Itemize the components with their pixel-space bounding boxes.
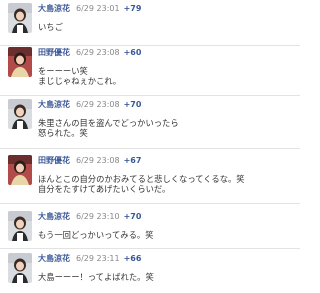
comment-line: もう一回どっかいってみる。笑 [38, 230, 154, 240]
comment-meta: 大島涼花 6/29 23:08 +70 [38, 99, 141, 111]
comment-item: 大島涼花 6/29 23:10 +70 もう一回どっかいってみる。笑 [0, 211, 300, 259]
author-name[interactable]: 大島涼花 [38, 100, 70, 109]
comment-item: 大島涼花 6/29 23:11 +66 大島ーーー！ってよばれた。笑 [0, 253, 300, 293]
comment-line: 怒られた。笑 [38, 128, 88, 138]
user-avatar[interactable] [8, 253, 32, 283]
comment-meta: 田野優花 6/29 23:08 +60 [38, 47, 141, 59]
author-name[interactable]: 大島涼花 [38, 4, 70, 13]
divider [0, 95, 300, 96]
timestamp: 6/29 23:08 [76, 156, 120, 165]
comment-feed: 大島涼花 6/29 23:01 +79 いちご 田野優花 6/29 23:08 +60 … [0, 0, 300, 293]
user-b-avatar-icon [8, 155, 32, 185]
comment-line: いちご [38, 22, 63, 32]
comment-text: いちご [38, 22, 288, 32]
comment-item: 田野優花 6/29 23:08 +60 をーーーい笑 まじじゃねぇかこれ。 [0, 47, 300, 95]
comment-meta: 田野優花 6/29 23:08 +67 [38, 155, 141, 167]
comment-line: ほんとこの自分のかおみてると悲しくなってくるな。笑 [38, 174, 245, 184]
comment-text: もう一回どっかいってみる。笑 [38, 230, 288, 240]
score-badge: +60 [123, 48, 142, 57]
comment-line: 大島ーーー！ってよばれた。笑 [38, 272, 154, 282]
comment-item: 田野優花 6/29 23:08 +67 ほんとこの自分のかおみてると悲しくなってくる… [0, 155, 300, 203]
user-avatar[interactable] [8, 99, 32, 129]
user-avatar[interactable] [8, 3, 32, 33]
user-a-avatar-icon [8, 99, 32, 129]
user-avatar[interactable] [8, 211, 32, 241]
comment-line: をーーーい笑 [38, 66, 88, 76]
timestamp: 6/29 23:01 [76, 4, 120, 13]
user-avatar[interactable] [8, 47, 32, 77]
timestamp: 6/29 23:11 [76, 254, 120, 263]
author-name[interactable]: 大島涼花 [38, 212, 70, 221]
author-name[interactable]: 田野優花 [38, 48, 70, 57]
score-badge: +66 [123, 254, 142, 263]
divider [0, 248, 300, 249]
user-a-avatar-icon [8, 3, 32, 33]
timestamp: 6/29 23:08 [76, 100, 120, 109]
comment-text: をーーーい笑 まじじゃねぇかこれ。 [38, 66, 288, 86]
comment-line: 朱里さんの目を盗んでどっかいったら [38, 118, 179, 128]
divider [0, 148, 300, 149]
user-a-avatar-icon [8, 253, 32, 283]
comment-text: ほんとこの自分のかおみてると悲しくなってくるな。笑 自分をたすけてあげたいくらい… [38, 174, 288, 194]
score-badge: +70 [123, 100, 142, 109]
comment-text: 朱里さんの目を盗んでどっかいったら 怒られた。笑 [38, 118, 288, 138]
comment-line: 自分をたすけてあげたいくらいだ。 [38, 184, 171, 194]
score-badge: +79 [123, 4, 142, 13]
score-badge: +67 [123, 156, 142, 165]
user-a-avatar-icon [8, 211, 32, 241]
divider [0, 45, 300, 46]
score-badge: +70 [123, 212, 142, 221]
comment-meta: 大島涼花 6/29 23:01 +79 [38, 3, 141, 15]
author-name[interactable]: 大島涼花 [38, 254, 70, 263]
comment-meta: 大島涼花 6/29 23:10 +70 [38, 211, 141, 223]
comment-line: まじじゃねぇかこれ。 [38, 76, 122, 86]
comment-meta: 大島涼花 6/29 23:11 +66 [38, 253, 141, 265]
comment-item: 大島涼花 6/29 23:08 +70 朱里さんの目を盗んでどっかいったら 怒られた… [0, 99, 300, 147]
user-b-avatar-icon [8, 47, 32, 77]
divider [0, 203, 300, 204]
timestamp: 6/29 23:10 [76, 212, 120, 221]
user-avatar[interactable] [8, 155, 32, 185]
author-name[interactable]: 田野優花 [38, 156, 70, 165]
timestamp: 6/29 23:08 [76, 48, 120, 57]
comment-text: 大島ーーー！ってよばれた。笑 [38, 272, 288, 282]
comment-item: 大島涼花 6/29 23:01 +79 いちご [0, 3, 300, 51]
